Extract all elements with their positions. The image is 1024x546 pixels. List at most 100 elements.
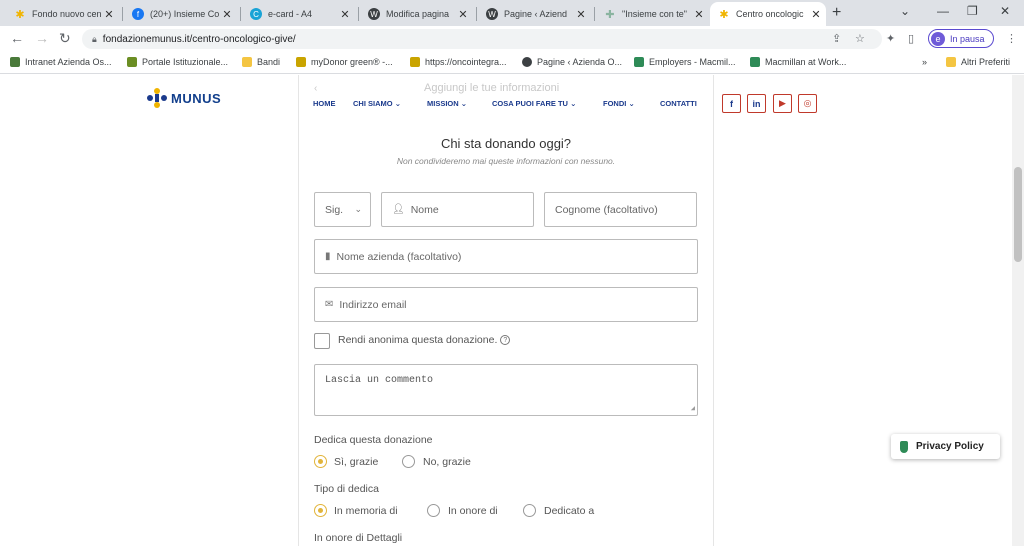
email-input[interactable]: ✉︎ Indirizzo email	[314, 287, 698, 322]
munus-icon: ✱	[15, 8, 25, 21]
bookmark-2[interactable]: Portale Istituzionale...	[127, 57, 228, 67]
grid-icon: ✚	[605, 8, 615, 21]
linkedin-icon[interactable]: in	[747, 94, 766, 113]
instagram-icon[interactable]: ◎	[798, 94, 817, 113]
browser-window: ✱ Fondo nuovo cen ✕ f (20+) Insieme Co ✕…	[0, 0, 1024, 546]
reload-icon[interactable]: ↻	[59, 30, 71, 47]
step-title: Aggiungi le tue informazioni	[424, 82, 560, 94]
tab-search-icon[interactable]: ⌄	[900, 4, 910, 18]
bookmark-icon	[410, 57, 420, 67]
bookmark-icon	[127, 57, 137, 67]
lock-icon: 🔒︎	[92, 33, 97, 44]
sidepanel-icon[interactable]: ▯	[908, 32, 914, 45]
profile-button[interactable]: e In pausa	[928, 29, 994, 48]
first-name-input[interactable]: 👤︎ Nome	[381, 192, 534, 227]
dedicated-to-radio[interactable]	[523, 504, 536, 517]
tab-6[interactable]: ✚ "Insieme con te" ✕	[596, 2, 709, 26]
tab-strip: ✱ Fondo nuovo cen ✕ f (20+) Insieme Co ✕…	[0, 0, 1024, 26]
envelope-icon: ✉︎	[325, 299, 334, 310]
tab-2[interactable]: f (20+) Insieme Co ✕	[124, 2, 237, 26]
tab-3[interactable]: C e-card - A4 ✕	[242, 2, 355, 26]
bookmark-7[interactable]: Employers - Macmil...	[634, 57, 736, 67]
dedicated-to-label: Dedicato a	[544, 505, 595, 517]
dedicate-no-radio[interactable]	[402, 455, 415, 468]
canva-icon: C	[250, 8, 262, 20]
resize-handle-icon[interactable]: ◢	[691, 404, 695, 413]
chevron-down-icon: ⌄	[354, 204, 362, 214]
help-icon[interactable]: ?	[500, 335, 511, 346]
close-window-icon[interactable]: ✕	[1000, 4, 1010, 18]
company-input[interactable]: ▮ Nome azienda (facoltativo)	[314, 239, 698, 274]
munus-logo-icon	[146, 87, 168, 109]
close-icon[interactable]: ✕	[457, 8, 469, 21]
dedication-type-label: Tipo di dedica	[314, 483, 379, 495]
last-name-input[interactable]: Cognome (facoltativo)	[544, 192, 697, 227]
bookmark-4[interactable]: myDonor green® -...	[296, 57, 393, 67]
shield-icon	[900, 440, 908, 453]
dedicate-label: Dedica questa donazione	[314, 434, 433, 446]
facebook-icon: f	[132, 8, 144, 20]
form-subheading: Non condivideremo mai queste informazion…	[396, 156, 616, 166]
folder-icon	[242, 57, 252, 67]
close-icon[interactable]: ✕	[339, 8, 351, 21]
site-logo[interactable]: MUNUS	[146, 87, 221, 109]
in-honor-radio[interactable]	[427, 504, 440, 517]
bookmark-5[interactable]: https://oncointegra...	[410, 57, 507, 67]
tab-1[interactable]: ✱ Fondo nuovo cen ✕	[6, 2, 119, 26]
close-icon[interactable]: ✕	[693, 8, 705, 21]
close-icon[interactable]: ✕	[221, 8, 233, 21]
bookmarks-bar: Intranet Azienda Os... Portale Istituzio…	[0, 52, 1024, 74]
back-icon[interactable]: ←	[10, 30, 24, 46]
browser-toolbar: ← → ↻ 🔒︎ fondazionemunus.it/centro-oncol…	[0, 26, 1024, 52]
bookmark-8[interactable]: Macmillan at Work...	[750, 57, 846, 67]
star-icon[interactable]: ☆	[855, 32, 865, 45]
close-icon[interactable]: ✕	[575, 8, 587, 21]
bookmarks-overflow[interactable]: »	[922, 57, 927, 67]
folder-icon	[946, 57, 956, 67]
youtube-icon[interactable]: ▶	[773, 94, 792, 113]
anonymous-checkbox[interactable]	[314, 333, 330, 349]
dedicate-yes-radio[interactable]	[314, 455, 327, 468]
restore-icon[interactable]: ❐	[967, 4, 978, 18]
facebook-icon[interactable]: f	[722, 94, 741, 113]
extensions-icon[interactable]: ✦	[886, 32, 895, 45]
forward-icon[interactable]: →	[35, 30, 49, 46]
building-icon: ▮	[325, 251, 331, 262]
bookmark-1[interactable]: Intranet Azienda Os...	[10, 57, 112, 67]
bookmark-6[interactable]: Pagine ‹ Azienda O...	[522, 57, 622, 67]
bookmark-icon	[296, 57, 306, 67]
other-bookmarks[interactable]: Altri Preferiti	[946, 57, 1010, 67]
avatar: e	[931, 31, 945, 46]
wordpress-icon: W	[486, 8, 498, 20]
dedicate-yes-label: Sì, grazie	[334, 456, 379, 468]
title-select[interactable]: Sig. ⌄	[314, 192, 371, 227]
comment-textarea[interactable]: Lascia un commento ◢	[314, 364, 698, 416]
privacy-policy-button[interactable]: Privacy Policy	[891, 434, 1000, 459]
macmillan-icon	[750, 57, 760, 67]
honoree-details-label: In onore di Dettagli	[314, 532, 403, 544]
menu-dots-icon[interactable]: ⋮	[1006, 32, 1017, 45]
tab-7-active[interactable]: ✱ Centro oncologic ✕	[710, 2, 826, 26]
minimize-icon[interactable]: —	[937, 4, 949, 18]
in-memory-radio[interactable]	[314, 504, 327, 517]
scrollbar-thumb[interactable]	[1014, 167, 1022, 262]
user-icon: 👤︎	[392, 204, 405, 215]
dedicate-no-label: No, grazie	[423, 456, 471, 468]
wordpress-icon: W	[368, 8, 380, 20]
new-tab-icon[interactable]: +	[832, 4, 841, 22]
bookmark-icon	[10, 57, 20, 67]
tab-5[interactable]: W Pagine ‹ Aziend ✕	[478, 2, 591, 26]
close-icon[interactable]: ✕	[810, 8, 822, 21]
web-page: MUNUS HOME CHI SIAMO ⌄ MISSION ⌄ COSA PU…	[0, 75, 1024, 546]
bookmark-3[interactable]: Bandi	[242, 57, 280, 67]
url-text: fondazionemunus.it/centro-oncologico-giv…	[102, 33, 296, 45]
tab-4[interactable]: W Modifica pagina ✕	[360, 2, 473, 26]
wordpress-icon	[522, 57, 532, 67]
address-bar[interactable]: 🔒︎ fondazionemunus.it/centro-oncologico-…	[82, 29, 882, 49]
page-scrollbar[interactable]	[1012, 75, 1024, 546]
macmillan-icon	[634, 57, 644, 67]
close-icon[interactable]: ✕	[103, 8, 115, 21]
share-icon[interactable]: ⇪	[832, 32, 841, 45]
back-chevron-icon[interactable]: ‹	[314, 83, 317, 94]
in-memory-label: In memoria di	[334, 505, 398, 517]
